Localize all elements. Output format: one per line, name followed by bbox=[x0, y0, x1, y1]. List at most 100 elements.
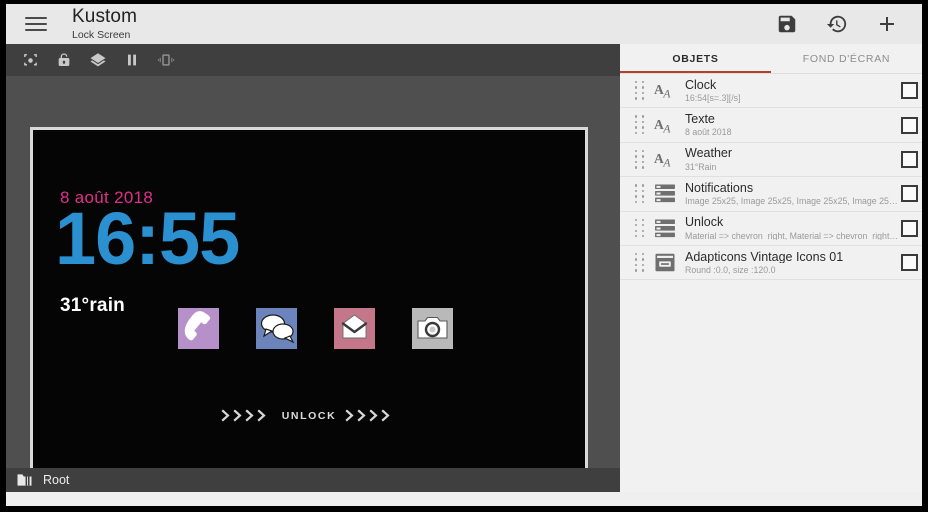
messages-icon-glyph bbox=[256, 308, 297, 349]
list-item-subtitle: Round :0.0, size :120.0 bbox=[685, 266, 776, 275]
list-item-text: Clock 16:54[s=.3][/s] bbox=[685, 79, 901, 103]
list-item-checkbox[interactable] bbox=[901, 82, 918, 100]
list-item-subtitle: 8 août 2018 bbox=[685, 128, 732, 138]
crop-focus-icon bbox=[23, 53, 37, 65]
stack-list-icon-glyph bbox=[655, 219, 675, 237]
list-item-text: Notifications Image 25x25, Image 25x25, … bbox=[685, 182, 901, 206]
pause-button[interactable] bbox=[115, 44, 149, 76]
list-item-checkbox[interactable] bbox=[901, 185, 918, 203]
preview-toolbar bbox=[6, 44, 620, 76]
list-item[interactable]: A A Weather 31°Rain bbox=[620, 142, 922, 178]
root-label: Root bbox=[43, 473, 70, 487]
objects-pane: OBJETS FOND D'ÉCRAN A A Clock 16:54[s=.3… bbox=[620, 44, 922, 492]
save-button[interactable] bbox=[774, 11, 800, 37]
text-font-icon: A A bbox=[652, 146, 678, 172]
history-button[interactable] bbox=[824, 11, 850, 37]
text-font-icon-glyph: A A bbox=[654, 82, 671, 100]
list-item-subtitle: Material => chevron_right, Material => c… bbox=[685, 231, 900, 241]
hamburger-menu-icon[interactable] bbox=[14, 4, 58, 44]
mail-icon-glyph bbox=[334, 308, 375, 349]
list-item[interactable]: Unlock Material => chevron_right, Materi… bbox=[620, 211, 922, 246]
bottom-strip bbox=[6, 492, 922, 506]
list-item-title: Adapticons Vintage Icons 01 bbox=[685, 250, 844, 263]
list-item[interactable]: Adapticons Vintage Icons 01 Round :0.0, … bbox=[620, 245, 922, 281]
list-item[interactable]: Notifications Image 25x25, Image 25x25, … bbox=[620, 177, 922, 212]
messages-icon[interactable] bbox=[256, 308, 297, 349]
root-breadcrumb-bar[interactable]: Root bbox=[6, 468, 620, 492]
list-item-subtitle: Image 25x25, Image 25x25, Image 25x25, I… bbox=[685, 197, 900, 207]
screenshot-button[interactable] bbox=[13, 44, 47, 76]
unlock-label: UNLOCK bbox=[281, 409, 337, 422]
list-item-text: Unlock Material => chevron_right, Materi… bbox=[685, 216, 901, 240]
tab-objets[interactable]: OBJETS bbox=[620, 44, 771, 73]
device-preview[interactable]: 8 août 2018 16:55 31°rain UNLOCK bbox=[30, 127, 588, 475]
list-item-subtitle: 31°Rain bbox=[685, 162, 717, 172]
list-item[interactable]: A A Clock 16:54[s=.3][/s] bbox=[620, 74, 922, 109]
list-item[interactable]: A A Texte 8 août 2018 bbox=[620, 108, 922, 143]
phone-icon[interactable] bbox=[178, 308, 219, 349]
phone-icon-glyph bbox=[178, 308, 219, 349]
history-clock-icon bbox=[826, 15, 847, 33]
object-list: A A Clock 16:54[s=.3][/s] A A Texte 8 ao… bbox=[620, 74, 922, 492]
list-item-checkbox[interactable] bbox=[901, 219, 918, 237]
drag-handle-icon[interactable] bbox=[629, 149, 651, 170]
preview-pane: 8 août 2018 16:55 31°rain UNLOCK Root bbox=[6, 44, 620, 492]
vibrate-button[interactable] bbox=[149, 44, 183, 76]
pause-icon bbox=[128, 54, 136, 66]
kustom-editor-window: Kustom Lock Screen 8 août 2018 16:55 31°… bbox=[0, 0, 928, 512]
stack-list-icon-glyph bbox=[655, 184, 675, 203]
chevron-group-left bbox=[221, 408, 273, 423]
app-title-block: Kustom Lock Screen bbox=[72, 7, 137, 41]
app-bar: Kustom Lock Screen bbox=[6, 4, 922, 44]
text-font-icon-glyph: A A bbox=[654, 151, 671, 169]
app-subtitle: Lock Screen bbox=[72, 29, 131, 42]
camera-icon[interactable] bbox=[412, 308, 453, 349]
stack-list-icon bbox=[652, 215, 678, 241]
stack-list-icon bbox=[652, 181, 678, 207]
plus-icon bbox=[880, 17, 894, 31]
preview-icon-row bbox=[178, 308, 453, 349]
list-item-title: Weather bbox=[685, 147, 733, 160]
chevron-right-icon bbox=[345, 409, 390, 422]
list-item-text: Texte 8 août 2018 bbox=[685, 113, 901, 137]
preview-stage: 8 août 2018 16:55 31°rain UNLOCK bbox=[6, 76, 620, 475]
list-item-title: Notifications bbox=[685, 181, 754, 195]
list-item-subtitle: 16:54[s=.3][/s] bbox=[685, 94, 741, 103]
preview-unlock-row[interactable]: UNLOCK bbox=[33, 408, 585, 423]
card-module-icon bbox=[652, 250, 678, 276]
drag-handle-icon[interactable] bbox=[629, 184, 651, 204]
svg-text:A: A bbox=[662, 121, 671, 135]
tab-fond-decran-label: FOND D'ÉCRAN bbox=[802, 52, 891, 65]
drag-handle-icon[interactable] bbox=[629, 80, 651, 101]
text-font-icon-glyph: A A bbox=[654, 116, 671, 135]
list-item-title: Texte bbox=[685, 112, 715, 126]
add-button[interactable] bbox=[874, 11, 900, 37]
layers-button[interactable] bbox=[81, 44, 115, 76]
chevron-right-icon bbox=[221, 409, 266, 422]
card-module-icon-glyph bbox=[655, 253, 675, 272]
list-item-text: Adapticons Vintage Icons 01 Round :0.0, … bbox=[685, 251, 901, 275]
unlocked-padlock-icon bbox=[58, 53, 70, 66]
preview-time-text: 16:55 bbox=[55, 197, 240, 280]
drag-handle-icon[interactable] bbox=[629, 252, 651, 273]
mail-icon[interactable] bbox=[334, 308, 375, 349]
drag-handle-icon[interactable] bbox=[629, 218, 651, 239]
list-item-checkbox[interactable] bbox=[901, 254, 918, 272]
tab-objets-label: OBJETS bbox=[672, 52, 719, 65]
app-title: Kustom bbox=[72, 6, 138, 28]
list-item-checkbox[interactable] bbox=[901, 116, 918, 134]
tab-fond-decran[interactable]: FOND D'ÉCRAN bbox=[771, 44, 922, 73]
list-item-title: Clock bbox=[685, 78, 717, 92]
floppy-save-icon bbox=[778, 15, 796, 33]
camera-icon-glyph bbox=[412, 308, 453, 349]
vibrate-icon bbox=[157, 54, 175, 66]
lock-button[interactable] bbox=[47, 44, 81, 76]
svg-text:A: A bbox=[662, 155, 671, 169]
text-font-icon: A A bbox=[652, 112, 678, 138]
list-item-text: Weather 31°Rain bbox=[685, 147, 901, 171]
list-item-checkbox[interactable] bbox=[901, 150, 918, 168]
pane-tabs: OBJETS FOND D'ÉCRAN bbox=[620, 44, 922, 74]
drag-handle-icon[interactable] bbox=[629, 115, 651, 135]
app-bar-actions bbox=[774, 11, 900, 37]
folder-icon bbox=[17, 474, 32, 486]
